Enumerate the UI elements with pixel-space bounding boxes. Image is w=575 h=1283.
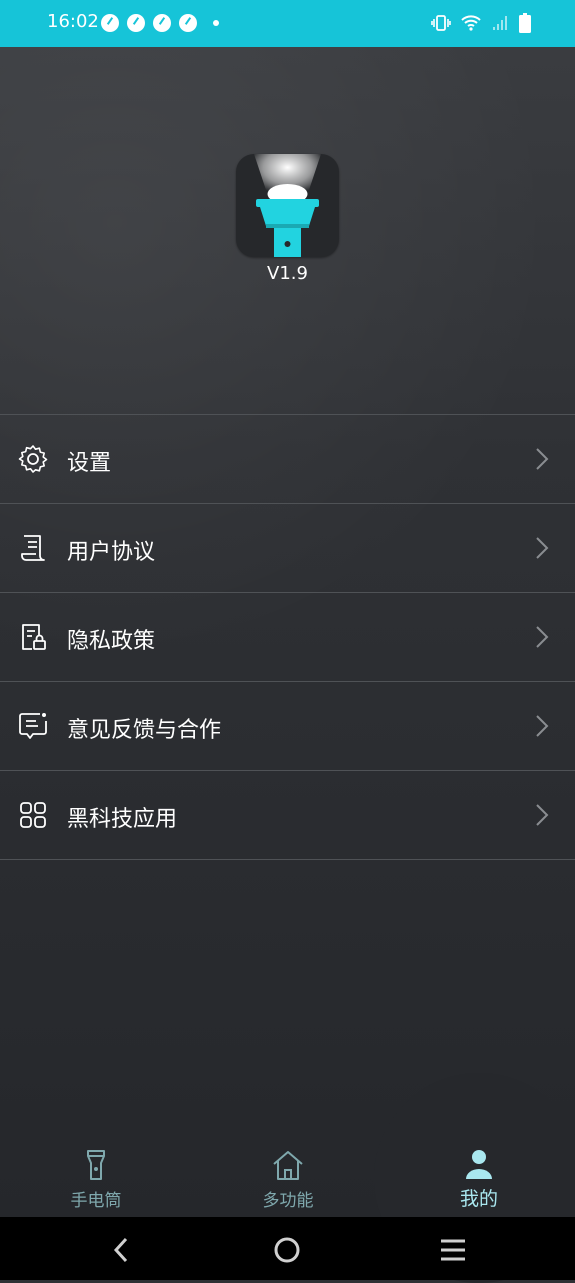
vibrate-icon [431,15,451,31]
notification-app-icon [153,14,171,32]
menu-item-user-agreement[interactable]: 用户协议 [0,503,575,592]
app-version: V1.9 [267,263,308,284]
menu-icon[interactable] [438,1235,468,1265]
menu-item-label: 隐私政策 [67,629,156,654]
tab-flashlight[interactable]: 手电筒 [36,1140,156,1217]
tab-mine[interactable]: 我的 [419,1140,539,1217]
bottom-tab-bar: 手电筒 多功能 我的 [0,1140,575,1217]
menu-item-label: 意见反馈与合作 [67,718,222,743]
menu-item-privacy-policy[interactable]: 隐私政策 [0,592,575,681]
notification-app-icon [101,14,119,32]
menu-item-label: 黑科技应用 [67,807,178,832]
settings-menu: 设置 用户协议 隐私政策 意见反馈与合作 黑科技应用 [0,414,575,860]
wifi-icon [461,15,481,31]
more-notifications-dot-icon [213,20,219,26]
profile-page: V1.9 设置 用户协议 隐私政策 意见反馈与合作 黑科技应用 [0,47,575,1217]
home-button-icon[interactable] [272,1235,302,1265]
tab-label: 手电筒 [70,1191,122,1211]
back-icon[interactable] [107,1235,137,1265]
status-time: 16:02 [47,11,99,32]
status-indicators [431,13,531,33]
status-bar: 16:02 [0,0,575,47]
feedback-icon [19,713,47,739]
notification-app-icon [127,14,145,32]
flashlight-icon [87,1150,105,1180]
flashlight-icon [254,154,321,257]
home-icon [273,1151,303,1180]
signal-icon [493,16,507,30]
menu-item-settings[interactable]: 设置 [0,414,575,503]
menu-item-feedback[interactable]: 意见反馈与合作 [0,681,575,770]
privacy-lock-icon [22,624,46,650]
system-nav-bar [0,1217,575,1280]
user-icon [466,1150,492,1179]
chevron-right-icon [536,804,549,826]
chevron-right-icon [536,448,549,470]
notification-app-icon [179,14,197,32]
chevron-right-icon [536,715,549,737]
tab-label: 我的 [459,1188,498,1210]
notification-icons [101,14,219,32]
app-logo [236,154,339,257]
chevron-right-icon [536,537,549,559]
agreement-icon [21,535,45,561]
battery-icon [519,13,531,33]
gear-icon [18,445,48,473]
menu-item-black-tech-apps[interactable]: 黑科技应用 [0,770,575,860]
menu-item-label: 设置 [67,451,112,476]
menu-item-label: 用户协议 [67,540,156,565]
tab-label: 多功能 [262,1191,314,1211]
chevron-right-icon [536,626,549,648]
tab-multifunction[interactable]: 多功能 [228,1140,348,1217]
apps-grid-icon [20,802,46,828]
